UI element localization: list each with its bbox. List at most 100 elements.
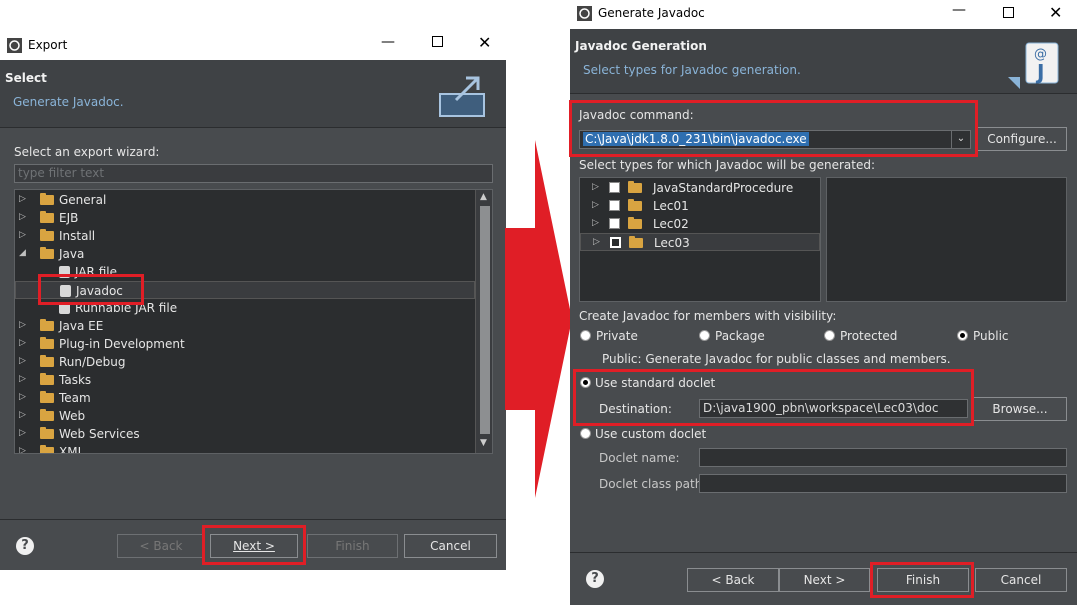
chevron-right-icon[interactable]: ▷ <box>19 392 29 402</box>
chevron-right-icon[interactable]: ▷ <box>19 230 29 240</box>
maximize-button[interactable] <box>432 36 443 47</box>
chevron-right-icon[interactable]: ▷ <box>592 200 602 210</box>
tree-item[interactable]: ▷ Run/Debug <box>15 353 475 371</box>
visibility-public-label[interactable]: Public <box>973 329 1009 343</box>
minimize-button[interactable]: — <box>952 2 966 18</box>
wizard-tree-rows: ▷ General ▷ EJB ▷ Install ◢ Java JAR file Javadoc… <box>15 191 475 453</box>
wizard-tree[interactable]: ▷ General ▷ EJB ▷ Install ◢ Java JAR file Javadoc… <box>14 189 493 454</box>
cancel-button[interactable]: Cancel <box>975 568 1067 592</box>
tree-item[interactable]: ▷ Team <box>15 389 475 407</box>
chevron-right-icon[interactable]: ▷ <box>19 410 29 420</box>
tree-scrollbar[interactable]: ▲ ▼ <box>475 190 492 453</box>
project-checkbox[interactable] <box>609 182 620 193</box>
tree-item[interactable]: ▷ Web Services <box>15 425 475 443</box>
chevron-right-icon[interactable]: ▷ <box>592 218 602 228</box>
types-tree[interactable]: ▷ JavaStandardProcedure ▷ Lec01 ▷ Lec02 ▷ Lec03 <box>579 177 821 302</box>
project-item[interactable]: ▷ Lec01 <box>580 197 820 215</box>
visibility-package-label[interactable]: Package <box>715 329 765 343</box>
tree-item[interactable]: ▷ Java EE <box>15 317 475 335</box>
custom-doclet-radio[interactable] <box>580 428 591 439</box>
project-checkbox[interactable] <box>610 237 621 248</box>
tree-item[interactable]: ▷ Web <box>15 407 475 425</box>
minimize-button[interactable]: — <box>381 34 395 50</box>
scroll-down-icon[interactable]: ▼ <box>480 438 487 448</box>
chevron-right-icon[interactable]: ▷ <box>593 237 603 247</box>
project-checkbox[interactable] <box>609 200 620 211</box>
custom-doclet-label[interactable]: Use custom doclet <box>595 427 706 441</box>
project-folder-icon <box>629 236 643 248</box>
tree-item[interactable]: ▷ General <box>15 191 475 209</box>
eclipse-icon <box>577 6 592 21</box>
tree-item-label: Team <box>59 391 91 405</box>
chevron-right-icon[interactable]: ▷ <box>19 212 29 222</box>
maximize-button[interactable] <box>1003 7 1014 18</box>
chevron-right-icon[interactable]: ▷ <box>19 356 29 366</box>
close-button[interactable]: ✕ <box>478 33 491 52</box>
back-button[interactable]: < Back <box>687 568 779 592</box>
folder-icon <box>40 247 54 259</box>
export-title: Export <box>28 38 68 52</box>
visibility-public-radio[interactable] <box>957 330 968 341</box>
project-item[interactable]: ▷ Lec02 <box>580 215 820 233</box>
chevron-right-icon[interactable]: ▷ <box>19 338 29 348</box>
javadoc-footer-divider <box>570 552 1077 553</box>
finish-button[interactable]: Finish <box>307 534 398 558</box>
doclet-classpath-label: Doclet class path: <box>599 477 707 491</box>
close-button[interactable]: ✕ <box>1049 3 1062 22</box>
project-label: JavaStandardProcedure <box>653 181 794 195</box>
cancel-button[interactable]: Cancel <box>404 534 497 558</box>
chevron-right-icon[interactable]: ▷ <box>19 428 29 438</box>
project-item[interactable]: ▷ JavaStandardProcedure <box>580 179 820 197</box>
javadoc-titlebar: Generate Javadoc — ✕ <box>570 0 1077 29</box>
folder-icon <box>40 427 54 439</box>
wizard-filter-input[interactable]: type filter text <box>14 164 493 183</box>
project-item[interactable]: ▷ Lec03 <box>580 233 820 251</box>
transition-arrow-icon <box>505 140 572 498</box>
tree-item[interactable]: ▷ Plug-in Development <box>15 335 475 353</box>
doclet-classpath-input[interactable] <box>699 474 1067 493</box>
project-checkbox[interactable] <box>609 218 620 229</box>
visibility-private-label[interactable]: Private <box>596 329 638 343</box>
tree-item-label: Java <box>59 247 85 261</box>
tree-item[interactable]: ▷ Install <box>15 227 475 245</box>
tree-item-label: Java EE <box>59 319 104 333</box>
members-list[interactable] <box>826 177 1067 302</box>
visibility-note: Public: Generate Javadoc for public clas… <box>602 352 951 366</box>
next-button[interactable]: Next > <box>779 568 870 592</box>
tree-item-label: XML <box>59 445 85 454</box>
browse-button[interactable]: Browse... <box>973 397 1067 421</box>
chevron-right-icon[interactable]: ▷ <box>592 182 602 192</box>
svg-text:J: J <box>1035 60 1044 84</box>
chevron-right-icon[interactable]: ▷ <box>19 446 29 453</box>
command-highlight <box>569 100 978 157</box>
scroll-up-icon[interactable]: ▲ <box>480 192 487 202</box>
project-folder-icon <box>628 181 642 193</box>
configure-button[interactable]: Configure... <box>977 127 1067 151</box>
project-label: Lec03 <box>654 236 690 250</box>
eclipse-icon <box>7 38 22 53</box>
help-icon[interactable]: ? <box>16 537 34 555</box>
visibility-label: Create Javadoc for members with visibili… <box>579 309 837 323</box>
visibility-protected-radio[interactable] <box>824 330 835 341</box>
visibility-package-radio[interactable] <box>699 330 710 341</box>
folder-icon <box>40 373 54 385</box>
types-label: Select types for which Javadoc will be g… <box>579 158 875 172</box>
tree-item[interactable]: ▷ Tasks <box>15 371 475 389</box>
chevron-down-icon[interactable]: ◢ <box>19 248 29 258</box>
help-icon[interactable]: ? <box>586 570 604 588</box>
doclet-name-input[interactable] <box>699 448 1067 467</box>
tree-item-label: Run/Debug <box>59 355 126 369</box>
visibility-protected-label[interactable]: Protected <box>840 329 897 343</box>
back-button[interactable]: < Back <box>117 534 205 558</box>
chevron-right-icon[interactable]: ▷ <box>19 194 29 204</box>
tree-item[interactable]: ▷ EJB <box>15 209 475 227</box>
visibility-private-radio[interactable] <box>580 330 591 341</box>
tree-item[interactable]: ▷ XML <box>15 443 475 454</box>
chevron-right-icon[interactable]: ▷ <box>19 320 29 330</box>
javadoc-header-title: Javadoc Generation <box>575 39 707 53</box>
javadoc-highlight <box>38 274 144 305</box>
chevron-right-icon[interactable]: ▷ <box>19 374 29 384</box>
folder-icon <box>40 337 54 349</box>
scroll-thumb[interactable] <box>480 206 490 434</box>
tree-item[interactable]: ◢ Java <box>15 245 475 263</box>
